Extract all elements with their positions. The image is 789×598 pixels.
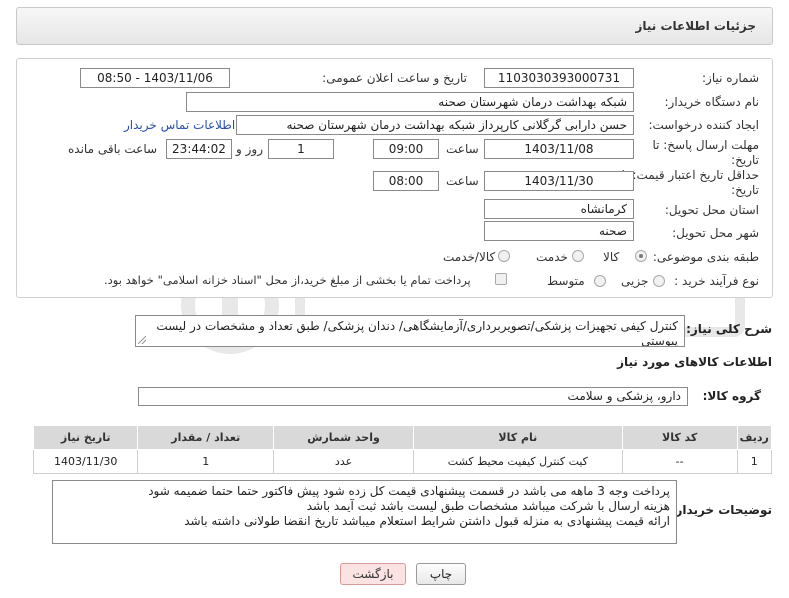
- treasury-docs-label: پرداخت تمام یا بخشی از مبلغ خرید،از محل …: [104, 273, 471, 287]
- reply-deadline-time-field: 09:00: [373, 139, 439, 159]
- goods-group-label: گروه کالا:: [702, 389, 761, 403]
- price-validity-label: حداقل تاریخ اعتبار قیمت: تا: [621, 168, 759, 182]
- creator-label: ایجاد کننده درخواست:: [648, 118, 759, 132]
- treasury-docs-checkbox[interactable]: [495, 273, 507, 285]
- province-field: کرمانشاه: [484, 199, 634, 219]
- buyer-org-label: نام دستگاه خریدار:: [664, 95, 760, 109]
- purchase-type-option-medium: متوسط: [547, 274, 585, 288]
- reply-deadline-date-field: 1403/11/08: [484, 139, 634, 159]
- category-radio-goods-service[interactable]: [498, 250, 510, 262]
- cell-need-date: 1403/11/30: [32, 449, 139, 474]
- price-validity-label-date: تاریخ:: [731, 183, 759, 197]
- header-bar: جزئیات اطلاعات نیاز: [16, 7, 773, 45]
- reply-deadline-time-label: ساعت: [446, 142, 479, 156]
- goods-table: ردیف کد کالا نام کالا واحد شمارش تعداد /…: [32, 425, 773, 474]
- cell-row-number: 1: [736, 449, 773, 474]
- category-option-goods: کالا: [603, 250, 620, 264]
- resize-grip-icon[interactable]: [138, 336, 146, 344]
- purchase-type-radio-minor[interactable]: [653, 275, 665, 287]
- price-validity-time-label: ساعت: [446, 174, 479, 188]
- buyer-notes-line: پرداخت وجه 3 ماهه می باشد در قسمت پیشنها…: [148, 484, 670, 498]
- reply-deadline-label-date: تاریخ:: [731, 153, 759, 167]
- city-field: صحنه: [484, 221, 634, 241]
- need-number-label: شماره نیاز:: [702, 71, 759, 85]
- need-number-field: 1103030393000731: [484, 68, 634, 88]
- category-radio-goods[interactable]: [635, 250, 647, 262]
- purchase-type-option-minor: جزیی: [621, 274, 649, 288]
- col-header-need-date: تاریخ نیاز: [32, 425, 139, 450]
- cell-goods-code: --: [621, 449, 738, 474]
- description-label: شرح کلی نیاز:: [686, 322, 772, 336]
- city-label: شهر محل تحویل:: [672, 226, 759, 240]
- price-validity-time-field: 08:00: [373, 171, 439, 191]
- cell-quantity: 1: [137, 449, 275, 474]
- category-option-service: خدمت: [536, 250, 568, 264]
- table-header-row: ردیف کد کالا نام کالا واحد شمارش تعداد /…: [32, 425, 773, 450]
- description-text: کنترل کیفی تجهیزات پزشکی/تصویربرداری/آزم…: [156, 319, 678, 347]
- announce-datetime-label: تاریخ و ساعت اعلان عمومی:: [322, 71, 467, 85]
- buyer-notes-line: ارائه قیمت پیشنهادی به منزله قبول داشتن …: [184, 514, 670, 528]
- col-header-row-number: ردیف: [736, 425, 773, 450]
- buyer-org-field: شبکه بهداشت درمان شهرستان صحنه: [186, 92, 634, 112]
- purchase-type-radio-medium[interactable]: [594, 275, 606, 287]
- category-label: طبقه بندی موضوعی:: [652, 250, 759, 264]
- goods-info-title: اطلاعات کالاهای مورد نیاز: [617, 355, 772, 369]
- province-label: استان محل تحویل:: [664, 203, 759, 217]
- category-option-goods-service: کالا/خدمت: [443, 250, 496, 264]
- page-title: جزئیات اطلاعات نیاز: [635, 19, 756, 33]
- time-remaining-label: ساعت باقی مانده: [68, 142, 158, 156]
- announce-datetime-field: 1403/11/06 - 08:50: [80, 68, 230, 88]
- days-label: روز و: [236, 142, 263, 156]
- col-header-quantity: تعداد / مقدار: [137, 425, 275, 450]
- price-validity-date-field: 1403/11/30: [484, 171, 634, 191]
- col-header-goods-code: کد کالا: [621, 425, 738, 450]
- purchase-type-label: نوع فرآیند خرید :: [674, 274, 759, 288]
- buyer-notes-textarea[interactable]: پرداخت وجه 3 ماهه می باشد در قسمت پیشنها…: [52, 480, 677, 544]
- creator-field: حسن دارابی گرگلانی کارپرداز شبکه بهداشت …: [236, 115, 634, 135]
- col-header-goods-name: نام کالا: [412, 425, 623, 450]
- col-header-unit: واحد شمارش: [273, 425, 414, 450]
- buyer-notes-label: توضیحات خریدار:: [670, 503, 772, 517]
- category-radio-service[interactable]: [572, 250, 584, 262]
- description-textarea[interactable]: کنترل کیفی تجهیزات پزشکی/تصویربرداری/آزم…: [135, 315, 685, 347]
- buyer-contact-link[interactable]: اطلاعات تماس خریدار: [124, 118, 235, 132]
- goods-group-field: دارو، پزشکی و سلامت: [138, 387, 688, 406]
- cell-unit: عدد: [273, 449, 414, 474]
- days-remaining-field: 1: [268, 139, 334, 159]
- table-row: 1 -- کیت کنترل کیفیت محیط کشت عدد 1 1403…: [32, 449, 773, 474]
- time-remaining-field: 23:44:02: [166, 139, 232, 159]
- back-button[interactable]: بازگشت: [340, 563, 406, 585]
- print-button[interactable]: چاپ: [416, 563, 466, 585]
- cell-goods-name: کیت کنترل کیفیت محیط کشت: [412, 449, 623, 474]
- reply-deadline-label: مهلت ارسال پاسخ: تا: [652, 138, 759, 152]
- buyer-notes-line: هزینه ارسال با شرکت میباشد مشخصات طبق لی…: [306, 499, 670, 513]
